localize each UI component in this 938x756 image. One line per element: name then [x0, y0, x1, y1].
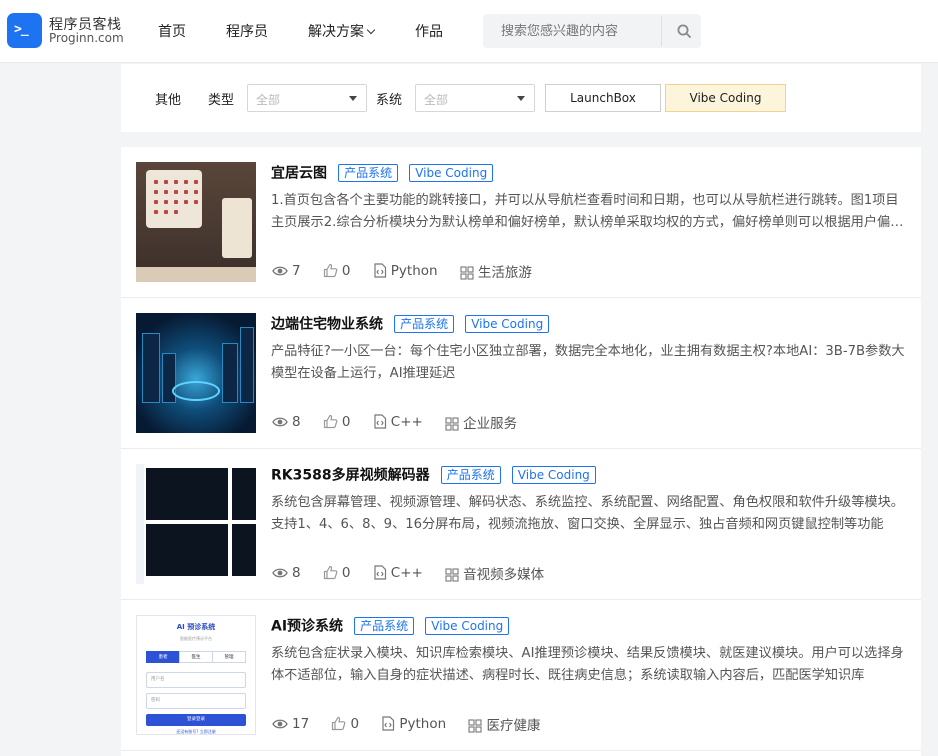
- thumbs-up-icon: [332, 716, 346, 731]
- item-meta: 8 0 C++ 企业服务: [272, 412, 535, 432]
- search-input[interactable]: [501, 22, 661, 40]
- item-description: 产品特征?一小区一台：每个住宅小区独立部署，数据完全本地化，业主拥有数据主权?本…: [271, 344, 905, 381]
- nav-works[interactable]: 作品: [415, 21, 443, 41]
- tag-badge[interactable]: 产品系统: [440, 465, 501, 484]
- item-meta: 7 0 Python 生活旅游: [272, 261, 550, 281]
- system-label: 系统: [376, 93, 403, 108]
- work-thumbnail[interactable]: [136, 162, 256, 282]
- list-item[interactable]: 宜居云图 产品系统 Vibe Coding 1.首页包含各个主要功能的跳转接口，…: [121, 147, 921, 298]
- search-icon[interactable]: [677, 24, 691, 38]
- thumbs-up-icon: [323, 263, 338, 278]
- views-stat: 7: [272, 263, 301, 279]
- filter-group-label: 其他: [155, 93, 182, 108]
- language-stat: C++: [373, 565, 423, 581]
- item-meta: 17 0 Python 医疗健康: [272, 714, 558, 734]
- footer-graphic: [136, 267, 256, 282]
- thumbs-up-icon: [323, 414, 338, 429]
- code-file-icon: [382, 716, 395, 731]
- tag-badge[interactable]: Vibe Coding: [425, 616, 510, 635]
- grid-icon: [445, 417, 459, 431]
- logo-terminal-icon: >_: [7, 13, 42, 48]
- logo-name-en: Proginn.com: [49, 31, 124, 45]
- list-item[interactable]: AI 预诊系统 智能医疗预诊平台 患者 医生 管理 用户名 密码 登录登录 还没…: [121, 600, 921, 751]
- eye-icon: [272, 266, 288, 276]
- item-title[interactable]: AI预诊系统: [271, 619, 343, 635]
- list-item[interactable]: RK3588多屏视频解码器 产品系统 Vibe Coding 系统包含屏幕管理、…: [121, 449, 921, 600]
- top-header: >_ 程序员客栈 Proginn.com 首页 程序员 解决方案 作品: [0, 0, 938, 63]
- work-thumbnail[interactable]: [136, 313, 256, 433]
- item-title-row: RK3588多屏视频解码器 产品系统 Vibe Coding: [271, 464, 596, 484]
- language-stat: Python: [373, 263, 438, 279]
- language-stat: Python: [381, 716, 446, 732]
- item-title-row: 边端住宅物业系统 产品系统 Vibe Coding: [271, 313, 550, 333]
- likes-stat[interactable]: 0: [323, 565, 350, 581]
- tag-badge[interactable]: Vibe Coding: [409, 163, 494, 182]
- tag-badge[interactable]: Vibe Coding: [511, 465, 596, 484]
- tag-badge[interactable]: 产品系统: [354, 616, 415, 635]
- caret-down-icon: [517, 96, 525, 101]
- item-description: 1.首页包含各个主要功能的跳转接口，并可以从导航栏查看时间和日期，也可以从导航栏…: [271, 193, 904, 230]
- item-title[interactable]: 宜居云图: [271, 166, 327, 182]
- item-description: 系统包含屏幕管理、视频源管理、解码状态、系统监控、系统配置、网络配置、角色权限和…: [271, 495, 904, 532]
- hologram-graphic: [172, 381, 220, 401]
- item-meta: 8 0 C++ 音视频多媒体: [272, 563, 562, 583]
- likes-stat[interactable]: 0: [323, 263, 350, 279]
- search-divider: [661, 16, 662, 46]
- type-label: 类型: [208, 93, 235, 108]
- item-description: 系统包含症状录入模块、知识库检索模块、AI推理预诊模块、结果反馈模块、就医建议模…: [271, 646, 904, 683]
- filter-panel: 其他 类型 全部 系统 全部 LaunchBox Vibe Coding: [121, 64, 921, 132]
- views-stat: 17: [272, 716, 309, 732]
- chevron-down-icon: [366, 25, 376, 35]
- system-select-value: 全部: [424, 93, 449, 107]
- list-item[interactable]: 边端住宅物业系统 产品系统 Vibe Coding 产品特征?一小区一台：每个住…: [121, 298, 921, 449]
- category-stat: 医疗健康: [468, 714, 540, 734]
- work-thumbnail[interactable]: [136, 464, 256, 584]
- grid-icon: [445, 568, 459, 582]
- type-select[interactable]: 全部: [247, 84, 367, 112]
- views-stat: 8: [272, 565, 301, 581]
- system-select[interactable]: 全部: [415, 84, 535, 112]
- item-title[interactable]: 边端住宅物业系统: [271, 317, 383, 333]
- nav-home[interactable]: 首页: [158, 21, 186, 41]
- grid-icon: [468, 719, 483, 733]
- calendar-graphic: [146, 170, 202, 228]
- tag-badge[interactable]: 产品系统: [338, 163, 399, 182]
- grid-icon: [460, 266, 474, 280]
- language-stat: C++: [373, 414, 423, 430]
- eye-icon: [272, 417, 288, 427]
- category-stat: 企业服务: [445, 412, 517, 432]
- works-list: 宜居云图 产品系统 Vibe Coding 1.首页包含各个主要功能的跳转接口，…: [121, 147, 921, 756]
- code-file-icon: [374, 414, 386, 429]
- item-title[interactable]: RK3588多屏视频解码器: [271, 468, 430, 484]
- panel-graphic: [222, 198, 252, 258]
- likes-stat[interactable]: 0: [323, 414, 350, 430]
- thumbs-up-icon: [323, 565, 338, 580]
- filter-button-launchbox[interactable]: LaunchBox: [545, 84, 661, 112]
- work-thumbnail[interactable]: AI 预诊系统 智能医疗预诊平台 患者 医生 管理 用户名 密码 登录登录 还没…: [136, 615, 256, 735]
- views-stat: 8: [272, 414, 301, 430]
- site-logo[interactable]: >_ 程序员客栈 Proginn.com: [7, 13, 124, 49]
- nav-solutions[interactable]: 解决方案: [308, 21, 376, 41]
- item-title-row: 宜居云图 产品系统 Vibe Coding: [271, 162, 494, 182]
- thumb-title: AI 预诊系统: [176, 623, 216, 631]
- sidebar-graphic: [136, 464, 144, 584]
- eye-icon: [272, 568, 288, 578]
- code-file-icon: [374, 263, 386, 278]
- thumb-subtitle: 智能医疗预诊平台: [180, 636, 212, 641]
- type-select-value: 全部: [256, 93, 281, 107]
- eye-icon: [272, 719, 288, 729]
- nav-programmers[interactable]: 程序员: [226, 21, 268, 41]
- caret-down-icon: [349, 96, 357, 101]
- tag-badge[interactable]: 产品系统: [394, 314, 455, 333]
- filter-button-vibe-coding[interactable]: Vibe Coding: [665, 84, 786, 112]
- tag-badge[interactable]: Vibe Coding: [465, 314, 550, 333]
- category-stat: 生活旅游: [460, 261, 532, 281]
- likes-stat[interactable]: 0: [331, 716, 359, 732]
- code-file-icon: [374, 565, 386, 580]
- item-title-row: AI预诊系统 产品系统 Vibe Coding: [271, 615, 510, 635]
- search-box: [483, 14, 701, 48]
- category-stat: 音视频多媒体: [445, 563, 544, 583]
